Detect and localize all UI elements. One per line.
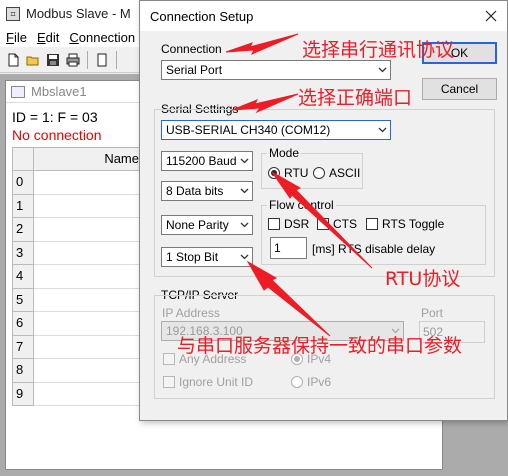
ignore-unit-id-label: Ignore Unit ID — [179, 375, 254, 389]
connection-status: No connection — [12, 127, 102, 143]
rtu-radio[interactable]: RTU — [268, 166, 308, 180]
checkbox-icon — [163, 353, 175, 365]
checkbox-icon — [268, 218, 280, 230]
ascii-radio[interactable]: ASCII — [313, 166, 360, 180]
chevron-down-icon — [237, 152, 252, 170]
print-icon[interactable] — [64, 51, 82, 69]
rtu-label: RTU — [284, 166, 309, 180]
checkbox-icon — [163, 376, 175, 388]
rts-delay-input[interactable]: 1 — [270, 237, 307, 259]
row-index: 1 — [12, 194, 34, 218]
row-index: 8 — [12, 359, 34, 383]
data-bits-select[interactable]: 8 Data bits — [161, 181, 253, 201]
row-index: 4 — [12, 265, 34, 289]
radio-unselected-icon — [291, 376, 303, 388]
dialog-titlebar: Connection Setup — [140, 1, 507, 31]
chevron-down-icon — [236, 216, 252, 234]
ipv6-label: IPv6 — [307, 375, 332, 389]
connection-type-select[interactable]: Serial Port — [161, 60, 391, 80]
parity-value: None Parity — [166, 218, 229, 232]
connection-type-value: Serial Port — [166, 63, 223, 77]
child-title: Mbslave1 — [31, 84, 87, 99]
toolbar-separator — [87, 50, 88, 69]
chevron-down-icon — [236, 182, 252, 200]
serial-port-select[interactable]: USB-SERIAL CH340 (COM12) — [161, 120, 391, 140]
baud-rate-value: 115200 Baud — [166, 154, 237, 168]
cancel-button[interactable]: Cancel — [422, 78, 497, 100]
open-folder-icon[interactable] — [24, 51, 42, 69]
row-index: 9 — [12, 382, 34, 406]
cts-checkbox[interactable]: CTS — [317, 217, 357, 231]
ignore-unit-id-checkbox[interactable]: Ignore Unit ID — [163, 375, 253, 389]
new-file-icon[interactable] — [4, 51, 22, 69]
cts-label: CTS — [333, 217, 357, 231]
row-index: 0 — [12, 171, 34, 195]
ascii-label: ASCII — [329, 166, 361, 180]
connection-label: Connection — [161, 42, 222, 56]
annotation-select-port: 选择正确端口 — [298, 87, 413, 109]
annotation-rtu-protocol: RTU协议 — [385, 268, 461, 290]
checkbox-icon — [317, 218, 329, 230]
chevron-down-icon — [374, 61, 390, 79]
grid-corner — [12, 147, 34, 171]
menu-connection[interactable]: Connection — [69, 30, 135, 45]
child-window-icon — [11, 85, 25, 98]
menu-file[interactable]: File — [6, 30, 27, 45]
ip-address-label: IP Address — [162, 306, 220, 320]
checkbox-icon — [366, 218, 378, 230]
chevron-down-icon — [236, 248, 252, 266]
close-icon[interactable] — [481, 6, 501, 26]
stop-bits-select[interactable]: 1 Stop Bit — [161, 247, 253, 267]
row-index: 5 — [12, 288, 34, 312]
dsr-label: DSR — [284, 217, 310, 231]
data-bits-value: 8 Data bits — [166, 184, 224, 198]
grid-header-name[interactable]: Name — [34, 147, 144, 171]
toolbar-separator — [116, 50, 117, 69]
port-label: Port — [421, 306, 444, 320]
row-index: 2 — [12, 218, 34, 242]
slave-id-status: ID = 1: F = 03 — [12, 109, 98, 125]
menu-edit[interactable]: Edit — [37, 30, 59, 45]
parity-select[interactable]: None Parity — [161, 215, 253, 235]
row-index: 6 — [12, 312, 34, 336]
flow-control-label: Flow control — [267, 198, 336, 212]
chevron-down-icon — [374, 121, 390, 139]
dialog-title: Connection Setup — [150, 8, 254, 24]
rts-toggle-label: RTS Toggle — [382, 217, 445, 231]
save-icon[interactable] — [44, 51, 62, 69]
annotation-select-protocol: 选择串行通讯协议 — [302, 39, 455, 61]
rts-delay-label: [ms] RTS disable delay — [312, 242, 436, 256]
stop-bits-value: 1 Stop Bit — [166, 250, 219, 264]
serial-port-value: USB-SERIAL CH340 (COM12) — [166, 123, 331, 137]
row-index: 7 — [12, 335, 34, 359]
app-icon: ⌗ — [6, 6, 20, 21]
row-index: 3 — [12, 241, 34, 265]
radio-selected-icon — [268, 167, 280, 179]
rts-toggle-checkbox[interactable]: RTS Toggle — [366, 217, 444, 231]
annotation-match-server: 与串口服务器保持一致的串口参数 — [177, 335, 463, 357]
radio-unselected-icon — [313, 167, 325, 179]
baud-rate-select[interactable]: 115200 Baud — [161, 151, 253, 171]
document-icon[interactable] — [93, 51, 111, 69]
mode-label: Mode — [267, 146, 302, 160]
dsr-checkbox[interactable]: DSR — [268, 217, 309, 231]
ipv6-radio[interactable]: IPv6 — [291, 375, 331, 389]
app-title: Modbus Slave - M — [26, 6, 131, 21]
